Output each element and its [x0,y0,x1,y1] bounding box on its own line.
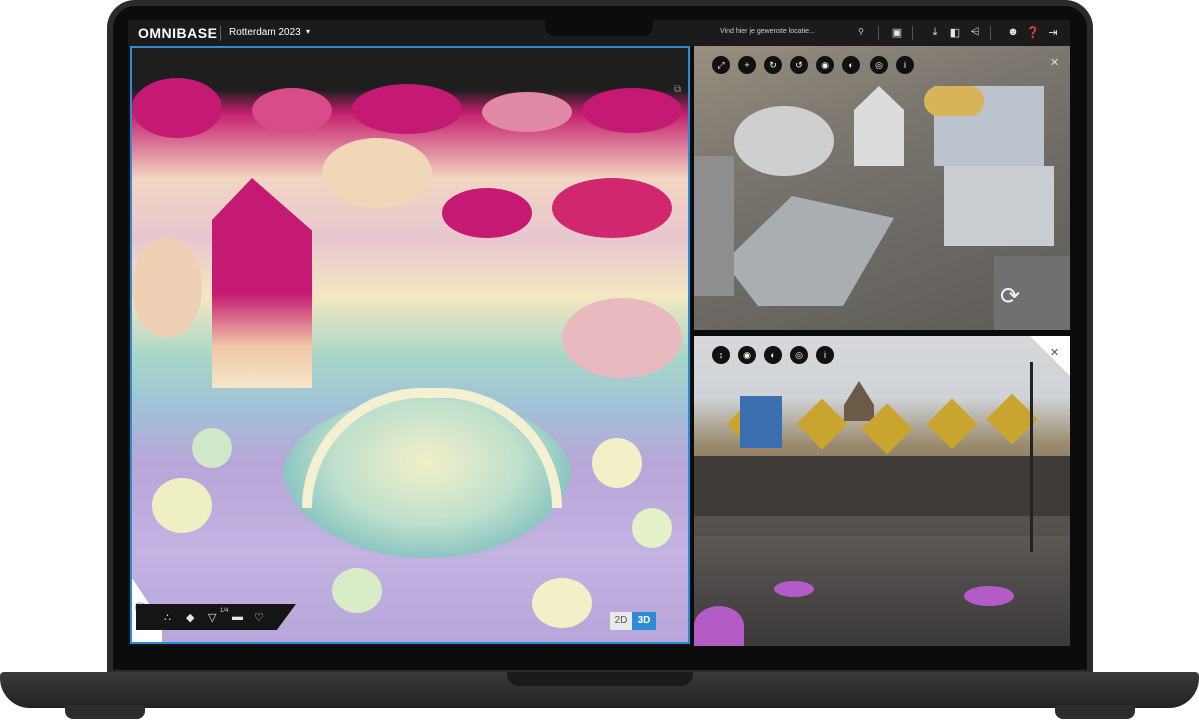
oblique-image-view[interactable]: ⤢ + ↻ ↺ ◉ ◐ ◎ i ✕ ⟳ [694,46,1070,330]
layers-toggle-icon[interactable]: ⧉ [674,84,681,95]
target-icon[interactable]: ◎ [870,56,888,74]
info-icon[interactable]: i [896,56,914,74]
search-icon[interactable]: ⚲ [858,27,864,36]
pointcloud-building [552,178,672,238]
topbar-divider-3 [912,26,913,40]
street-road [694,536,1070,646]
cube-house [926,398,978,450]
logout-icon[interactable]: ⇥ [1046,26,1060,39]
ear-icon[interactable]: ♡ [254,611,264,624]
street-tower-roof [844,381,874,421]
pointcloud-tree [532,578,592,628]
pointcloud-tree [152,478,212,533]
filter-count: 1/4 [220,608,229,614]
app-screen: OMNIBASE Rotterdam 2023 ▾ Vind hier je g… [128,20,1070,646]
project-selector-label[interactable]: Rotterdam 2023 [229,27,301,38]
info-icon[interactable]: i [816,346,834,364]
laptop-foot-right [1055,705,1135,719]
pointcloud-building [352,84,462,134]
contrast-icon[interactable]: ◐ [842,56,860,74]
vertical-arrows-icon[interactable]: ↕ [712,346,730,364]
camera-notch [545,20,653,36]
pointcloud-building [252,88,332,133]
pointcloud-tree [332,568,382,613]
aerial-tower [854,86,904,166]
chevron-down-icon[interactable]: ▾ [306,27,310,36]
pointcloud-3d-view[interactable]: ⧉ ⛁ ∴ ◆ ▽ 1/4 ▬ ♡ 2D 3D [130,46,690,644]
cube-house [796,398,848,450]
aerial-building [944,166,1054,246]
aerial-cube-houses [724,196,894,306]
pointcloud-building [132,78,222,138]
filter-icon[interactable]: ▽ [208,611,216,624]
view-3d-button[interactable]: 3D [632,612,656,630]
view-2d-button[interactable]: 2D [610,612,632,630]
street-pole [1030,362,1033,552]
search-input[interactable]: Vind hier je gewenste locatie... [720,28,815,35]
laptop-foot-left [65,705,145,719]
users-icon[interactable]: ☻ [1006,26,1020,38]
topbar-divider-4 [990,26,991,40]
export-icon[interactable]: ◧ [948,26,962,39]
street-sign [740,396,782,448]
pointcloud-block [322,138,432,208]
app-logo[interactable]: OMNIBASE [138,25,217,41]
pointcloud-arch [302,388,562,508]
help-icon[interactable]: ❓ [1026,26,1040,39]
close-icon[interactable]: ✕ [1050,346,1059,359]
layers-icon[interactable]: ◆ [186,611,194,624]
eye-icon[interactable]: ◉ [816,56,834,74]
street-arcade [694,456,1070,516]
rotate-right-icon[interactable]: ↻ [764,56,782,74]
pointcloud-tower [212,178,312,388]
pointcloud-overlay-marker [694,606,744,646]
location-search[interactable]: Vind hier je gewenste locatie... ⚲ [714,25,868,41]
pointcloud-block [562,298,682,378]
aerial-yellow-structure [924,86,984,116]
streetview-panorama[interactable]: ↕ ◉ ◐ ◎ i ✕ [694,336,1070,646]
rotate-compass-icon[interactable]: ⟳ [1000,282,1020,311]
topbar-divider-2 [878,26,879,40]
contrast-icon[interactable]: ◐ [764,346,782,364]
fullscreen-icon[interactable]: ⤢ [712,56,730,74]
pointcloud-tree [592,438,642,488]
pointcloud-building [442,188,532,238]
topbar-divider [220,26,221,41]
target-icon[interactable]: ◎ [790,346,808,364]
rotate-left-icon[interactable]: ↺ [790,56,808,74]
pointcloud-building [482,92,572,132]
aerial-plaza [734,106,834,176]
pointcloud-overlay-marker [964,586,1014,606]
pointcloud-tree [192,428,232,468]
download-icon[interactable]: ⤓ [928,26,942,39]
aerial-building [694,156,734,296]
save-icon[interactable]: ▣ [890,26,904,39]
close-icon[interactable]: ✕ [1050,56,1059,69]
pointcloud-tree [632,508,672,548]
measure-icon[interactable]: ▬ [232,611,243,623]
pointcloud-overlay-marker [774,581,814,597]
crosshair-icon[interactable]: + [738,56,756,74]
pointcloud-block [132,238,202,338]
share-icon[interactable]: ⩤ [968,26,982,39]
laptop-base-groove [507,672,693,686]
eye-icon[interactable]: ◉ [738,346,756,364]
points-icon[interactable]: ∴ [164,611,171,624]
